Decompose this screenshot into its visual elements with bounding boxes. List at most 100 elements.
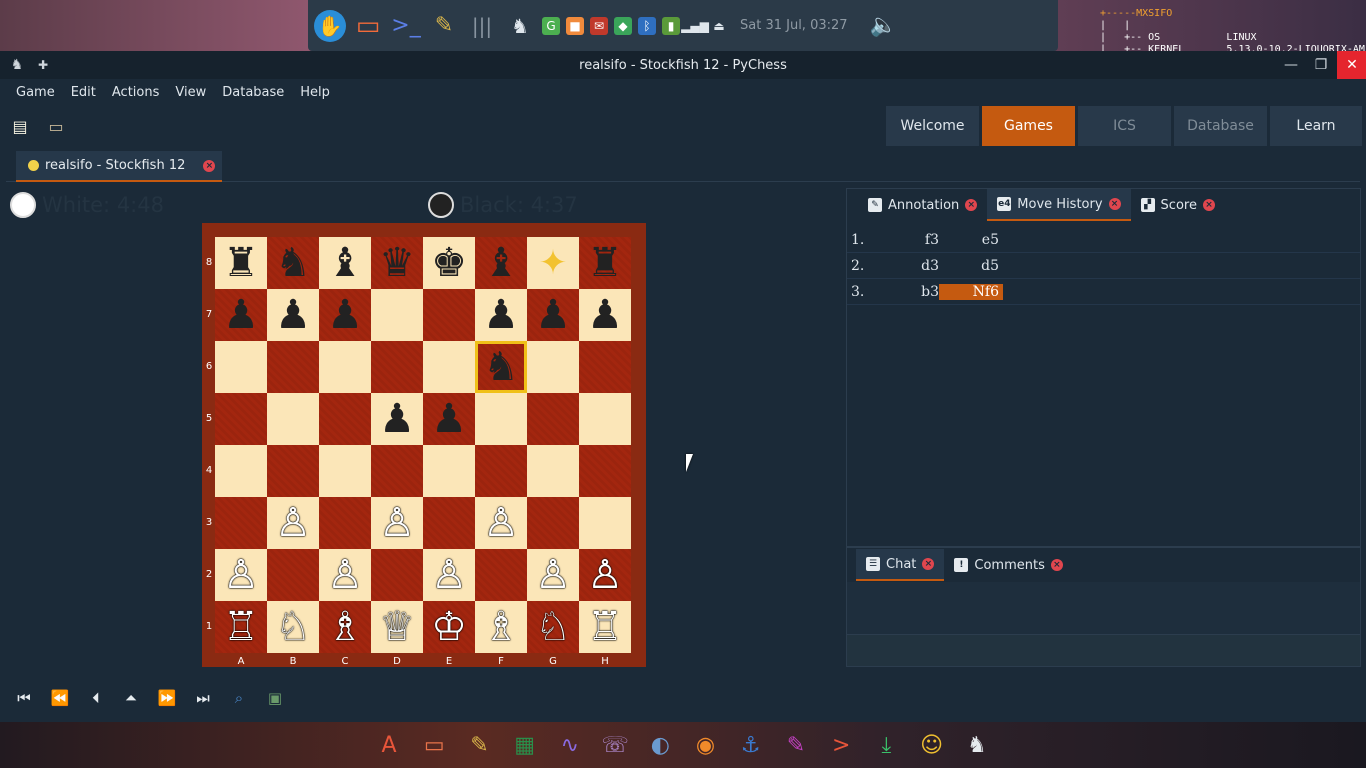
up-icon[interactable]: ⏶	[119, 686, 143, 710]
white-piece[interactable]: ♙	[223, 555, 259, 595]
perspective-welcome[interactable]: Welcome	[886, 106, 979, 146]
square-e6[interactable]	[423, 341, 475, 393]
white-move[interactable]: f3	[897, 232, 939, 248]
square-g6[interactable]	[527, 341, 579, 393]
square-f5[interactable]	[475, 393, 527, 445]
square-a8[interactable]: ♜	[215, 237, 267, 289]
black-piece[interactable]: ♟	[587, 295, 623, 335]
pen-icon[interactable]: ✎	[462, 728, 496, 762]
square-c8[interactable]: ♝	[319, 237, 371, 289]
redshift-icon[interactable]: ◆	[614, 16, 632, 35]
square-a1[interactable]: ♖	[215, 601, 267, 653]
menu-game[interactable]: Game	[8, 85, 63, 100]
black-piece[interactable]: ♟	[379, 399, 415, 439]
square-f8[interactable]: ♝	[475, 237, 527, 289]
white-piece[interactable]: ♙	[587, 555, 623, 595]
square-d8[interactable]: ♛	[371, 237, 423, 289]
firefox-icon[interactable]: ◉	[689, 728, 723, 762]
menu-view[interactable]: View	[167, 85, 214, 100]
disks-icon[interactable]: ◐	[643, 728, 677, 762]
square-b5[interactable]	[267, 393, 319, 445]
square-e4[interactable]	[423, 445, 475, 497]
chess-icon[interactable]: ♞	[504, 10, 536, 42]
close-tab-icon[interactable]: ×	[203, 159, 216, 172]
square-h2[interactable]: ♙	[579, 549, 631, 601]
square-d6[interactable]	[371, 341, 423, 393]
perspective-games[interactable]: Games	[982, 106, 1075, 146]
square-h1[interactable]: ♖	[579, 601, 631, 653]
square-d1[interactable]: ♕	[371, 601, 423, 653]
first-move-icon[interactable]: ⏮	[12, 686, 36, 710]
font-icon[interactable]: A	[372, 728, 406, 762]
black-piece[interactable]: ♝	[327, 243, 363, 283]
prev-main-icon[interactable]: ⏴	[84, 686, 108, 710]
square-d4[interactable]	[371, 445, 423, 497]
square-h7[interactable]: ♟	[579, 289, 631, 341]
menu-database[interactable]: Database	[214, 85, 292, 100]
close-chat-icon[interactable]: ×	[922, 558, 935, 570]
square-e1[interactable]: ♔	[423, 601, 475, 653]
app-launcher-icon[interactable]: ✋	[314, 9, 346, 42]
square-g7[interactable]: ♟	[527, 289, 579, 341]
white-piece[interactable]: ♙	[327, 555, 363, 595]
square-g3[interactable]	[527, 497, 579, 549]
white-piece[interactable]: ♗	[327, 607, 363, 647]
white-piece[interactable]: ♖	[223, 607, 259, 647]
black-piece[interactable]: ♟	[223, 295, 259, 335]
square-b4[interactable]	[267, 445, 319, 497]
square-f4[interactable]	[475, 445, 527, 497]
black-piece[interactable]: ♚	[431, 243, 467, 283]
white-piece[interactable]: ♗	[483, 607, 519, 647]
last-move-icon[interactable]: ⏭	[191, 686, 215, 710]
square-g8[interactable]: ✦	[527, 237, 579, 289]
square-e8[interactable]: ♚	[423, 237, 475, 289]
folder-icon[interactable]: ▭	[352, 10, 384, 42]
square-h6[interactable]	[579, 341, 631, 393]
black-piece[interactable]: ♟	[535, 295, 571, 335]
black-piece[interactable]: ♛	[379, 243, 415, 283]
square-f3[interactable]: ♙	[475, 497, 527, 549]
square-f7[interactable]: ♟	[475, 289, 527, 341]
game-tab[interactable]: realsifo - Stockfish 12 ×	[16, 151, 222, 182]
tab-score[interactable]: ▞ Score ×	[1131, 189, 1225, 221]
tab-chat[interactable]: ☰ Chat ×	[856, 549, 945, 581]
zoom-icon[interactable]: ⌕	[227, 686, 251, 710]
chess-board[interactable]: ♜ ♞ ♝ ♛ ♚ ♝ ✦ ♜ ♟ ♟ ♟ ♟ ♟ ♟ ♞ ♟ ♟ ♙ ♙ ♙ ♙ ♙ ♙ ♙ ♙ ♖ ♘ ♗ ♕ ♔ ♗ ♘ ♖	[215, 237, 631, 653]
square-a3[interactable]	[215, 497, 267, 549]
black-piece[interactable]: ♜	[587, 243, 623, 283]
square-c6[interactable]	[319, 341, 371, 393]
black-move[interactable]: e5	[939, 232, 1003, 248]
black-move[interactable]: d5	[939, 258, 1003, 274]
tab-annotation[interactable]: ✎ Annotation ×	[858, 189, 987, 221]
white-piece[interactable]: ♘	[275, 607, 311, 647]
square-c4[interactable]	[319, 445, 371, 497]
square-b1[interactable]: ♘	[267, 601, 319, 653]
square-e2[interactable]: ♙	[423, 549, 475, 601]
tab-move-history[interactable]: e4 Move History ×	[987, 189, 1131, 221]
square-a5[interactable]	[215, 393, 267, 445]
download-icon[interactable]: ⤓	[869, 728, 903, 762]
wifi-icon[interactable]: ▂▄▆	[681, 17, 709, 35]
black-piece[interactable]: ♝	[483, 243, 519, 283]
close-move-history-icon[interactable]: ×	[1108, 198, 1121, 210]
black-piece[interactable]: ♜	[223, 243, 259, 283]
square-f6[interactable]: ♞	[475, 341, 527, 393]
maximize-button[interactable]: ❐	[1306, 51, 1336, 79]
square-c5[interactable]	[319, 393, 371, 445]
white-piece[interactable]: ♖	[587, 607, 623, 647]
black-piece[interactable]: ♟	[275, 295, 311, 335]
menu-edit[interactable]: Edit	[63, 85, 104, 100]
save-icon[interactable]: ▣	[263, 686, 287, 710]
text-editor-icon[interactable]: ✎	[428, 10, 460, 42]
square-b7[interactable]: ♟	[267, 289, 319, 341]
square-b3[interactable]: ♙	[267, 497, 319, 549]
menu-help[interactable]: Help	[292, 85, 338, 100]
square-a4[interactable]	[215, 445, 267, 497]
grammarly-icon[interactable]: G	[542, 16, 560, 35]
tab-comments[interactable]: ! Comments ×	[944, 549, 1072, 581]
square-e5[interactable]: ♟	[423, 393, 475, 445]
text-editor-icon[interactable]: ✎	[779, 728, 813, 762]
menu-actions[interactable]: Actions	[104, 85, 168, 100]
close-annotation-icon[interactable]: ×	[965, 199, 978, 211]
square-a6[interactable]	[215, 341, 267, 393]
